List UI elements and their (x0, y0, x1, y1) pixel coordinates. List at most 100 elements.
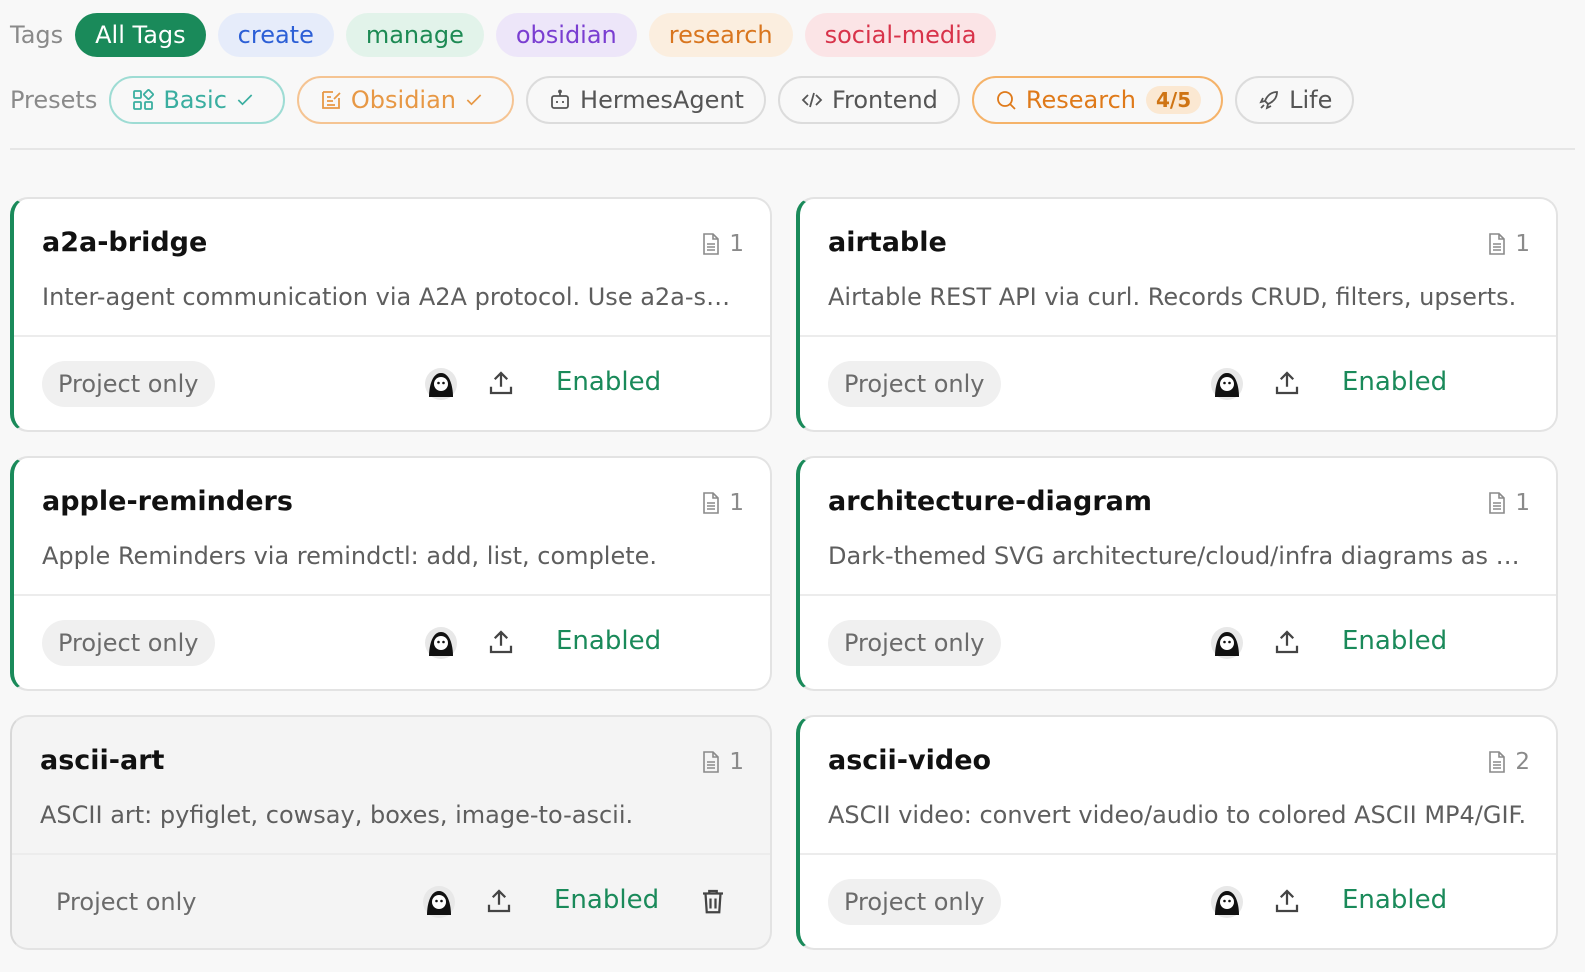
preset-frontend[interactable]: Frontend (777, 76, 960, 124)
skill-name: ascii-video (828, 745, 992, 776)
scope-badge: Project only (828, 361, 1001, 407)
robot-icon (551, 89, 569, 109)
file-icon (703, 233, 720, 255)
skill-card[interactable]: ascii-video 2 ASCII video: convert video… (796, 715, 1558, 950)
card-header: architecture-diagram 1 Dark-themed SVG a… (800, 458, 1556, 596)
avatar-icon (1211, 627, 1243, 659)
avatar-icon (425, 368, 457, 400)
card-footer: Project only Enabled (800, 337, 1556, 430)
preset-obsidian-label: Obsidian (350, 86, 457, 114)
edit-icon (321, 91, 341, 109)
file-icon (703, 751, 720, 773)
card-footer: Project only Enabled (800, 596, 1556, 689)
file-count-value: 1 (729, 231, 744, 257)
preset-life-label: Life (1289, 86, 1333, 114)
avatar-icon (1211, 368, 1243, 400)
skill-name: airtable (828, 227, 947, 258)
tag-obsidian[interactable]: obsidian (495, 13, 637, 57)
file-count: 1 (1487, 490, 1530, 516)
preset-life[interactable]: Life (1235, 76, 1355, 124)
tags-label: Tags (10, 21, 64, 49)
trash-icon[interactable] (698, 886, 728, 916)
file-count: 1 (1487, 231, 1530, 257)
preset-basic[interactable]: Basic (109, 76, 285, 124)
skill-description: Airtable REST API via curl. Records CRUD… (828, 283, 1517, 311)
search-icon (996, 91, 1016, 110)
skill-name: apple-reminders (42, 486, 293, 517)
scope-badge: Project only (42, 620, 215, 666)
skill-description: ASCII art: pyfiglet, cowsay, boxes, imag… (40, 801, 634, 829)
file-icon (1489, 233, 1506, 255)
file-count-value: 1 (729, 490, 744, 516)
preset-frontend-label: Frontend (831, 86, 938, 114)
preset-basic-label: Basic (163, 86, 227, 114)
scope-badge: Project only (42, 361, 215, 407)
card-footer: Project only Enabled (12, 855, 770, 948)
upload-icon[interactable] (1272, 368, 1302, 398)
skill-card[interactable]: apple-reminders 1 Apple Reminders via re… (10, 456, 772, 691)
skill-card[interactable]: ascii-art 1 ASCII art: pyfiglet, cowsay,… (10, 715, 772, 950)
tags-filter-row: Tags All Tags create manage obsidian res… (10, 12, 1008, 58)
card-header: ascii-video 2 ASCII video: convert video… (800, 717, 1556, 855)
skill-card[interactable]: a2a-bridge 1 Inter-agent communication v… (10, 197, 772, 432)
skill-description: ASCII video: convert video/audio to colo… (828, 801, 1527, 829)
preset-research-label: Research (1025, 86, 1136, 114)
skill-description: Inter-agent communication via A2A protoc… (42, 283, 742, 311)
avatar-icon (423, 886, 455, 918)
upload-icon[interactable] (484, 886, 514, 916)
avatar-icon (1211, 886, 1243, 918)
status-toggle[interactable]: Enabled (554, 885, 659, 915)
section-divider (10, 148, 1575, 150)
file-icon (703, 492, 720, 514)
card-footer: Project only Enabled (14, 337, 770, 430)
code-icon (801, 92, 823, 108)
presets-row: Presets Basic Obsidian HermesAgent Front… (10, 76, 1366, 124)
card-header: apple-reminders 1 Apple Reminders via re… (14, 458, 770, 596)
tag-research[interactable]: research (648, 13, 793, 57)
tag-social-media[interactable]: social-media (804, 13, 997, 57)
status-toggle[interactable]: Enabled (556, 367, 661, 397)
status-toggle[interactable]: Enabled (1342, 367, 1447, 397)
card-header: airtable 1 Airtable REST API via curl. R… (800, 199, 1556, 337)
skill-card[interactable]: architecture-diagram 1 Dark-themed SVG a… (796, 456, 1558, 691)
card-header: ascii-art 1 ASCII art: pyfiglet, cowsay,… (12, 717, 770, 855)
check-icon (237, 94, 253, 106)
status-toggle[interactable]: Enabled (1342, 626, 1447, 656)
preset-obsidian[interactable]: Obsidian (296, 76, 515, 124)
rocket-icon (1259, 91, 1279, 110)
status-toggle[interactable]: Enabled (556, 626, 661, 656)
skill-name: ascii-art (40, 745, 165, 776)
check-icon (466, 94, 482, 106)
file-count-value: 2 (1515, 749, 1530, 775)
card-footer: Project only Enabled (800, 855, 1556, 948)
tag-create[interactable]: create (217, 13, 334, 57)
scope-badge: Project only (56, 888, 197, 916)
skill-name: a2a-bridge (42, 227, 208, 258)
preset-research[interactable]: Research 4/5 (971, 76, 1224, 124)
file-count-value: 1 (729, 749, 744, 775)
file-icon (1489, 492, 1506, 514)
grid-icon (133, 89, 155, 110)
skill-name: architecture-diagram (828, 486, 1152, 517)
status-toggle[interactable]: Enabled (1342, 885, 1447, 915)
file-count-value: 1 (1515, 231, 1530, 257)
scope-badge: Project only (828, 620, 1001, 666)
upload-icon[interactable] (486, 627, 516, 657)
tag-manage[interactable]: manage (345, 13, 484, 57)
preset-hermesagent[interactable]: HermesAgent (526, 76, 766, 124)
skill-description: Dark-themed SVG architecture/cloud/infra… (828, 542, 1528, 570)
upload-icon[interactable] (486, 368, 516, 398)
file-icon (1489, 751, 1506, 773)
upload-icon[interactable] (1272, 627, 1302, 657)
skill-description: Apple Reminders via remindctl: add, list… (42, 542, 658, 570)
card-header: a2a-bridge 1 Inter-agent communication v… (14, 199, 770, 337)
upload-icon[interactable] (1272, 886, 1302, 916)
skill-card[interactable]: airtable 1 Airtable REST API via curl. R… (796, 197, 1558, 432)
scope-badge: Project only (828, 879, 1001, 925)
file-count: 1 (701, 490, 744, 516)
preset-research-count: 4/5 (1145, 86, 1202, 114)
tag-all-tags[interactable]: All Tags (75, 13, 206, 57)
preset-hermesagent-label: HermesAgent (580, 86, 744, 114)
file-count: 1 (701, 231, 744, 257)
card-footer: Project only Enabled (14, 596, 770, 689)
